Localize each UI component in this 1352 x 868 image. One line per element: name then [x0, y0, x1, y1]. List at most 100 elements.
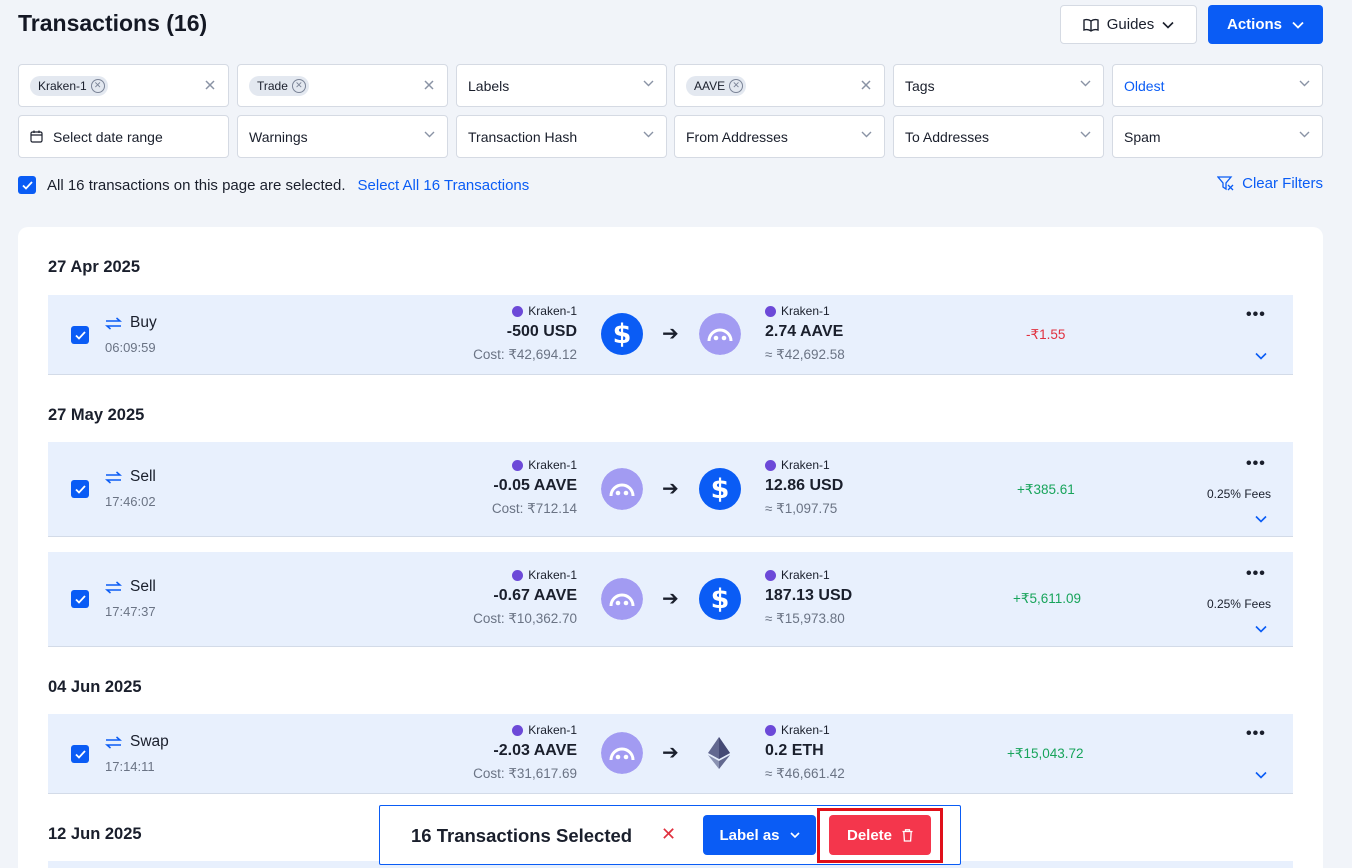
- sort-label: Oldest: [1124, 77, 1165, 94]
- chip-remove-icon[interactable]: ✕: [729, 78, 744, 93]
- tx-type: Buy: [105, 314, 157, 332]
- expand-chevron-icon[interactable]: [1255, 352, 1267, 360]
- tags-filter[interactable]: Tags: [893, 64, 1104, 107]
- eth-coin-icon: [708, 737, 730, 769]
- kraken-icon: [765, 724, 776, 736]
- chip-remove-icon[interactable]: ✕: [90, 78, 105, 93]
- from-account-label: Kraken-1: [528, 304, 577, 318]
- to-value: ≈ ₹15,973.80: [765, 611, 845, 626]
- tx-hash-filter[interactable]: Transaction Hash: [456, 115, 667, 158]
- date-heading: 04 Jun 2025: [48, 678, 142, 696]
- trash-icon: [902, 828, 913, 842]
- kraken-icon: [512, 459, 524, 471]
- sort-select[interactable]: Oldest: [1112, 64, 1323, 107]
- to-amount: 187.13 USD: [765, 587, 853, 604]
- to-account-label: Kraken-1: [781, 568, 830, 582]
- guides-button[interactable]: Guides: [1060, 5, 1197, 44]
- tx-type: Sell: [105, 578, 156, 596]
- row-checkbox[interactable]: [71, 326, 89, 344]
- from-amount: -500 USD: [506, 323, 577, 340]
- expand-chevron-icon[interactable]: [1255, 625, 1267, 633]
- row-checkbox[interactable]: [71, 745, 89, 763]
- to-account-label: Kraken-1: [781, 304, 830, 318]
- arrow-right-icon: ➔: [662, 478, 679, 500]
- select-all-link[interactable]: Select All 16 Transactions: [358, 177, 530, 194]
- chevron-down-icon: [424, 131, 435, 138]
- clear-filters-button[interactable]: Clear Filters: [1217, 175, 1323, 192]
- tx-hash-label: Transaction Hash: [468, 128, 578, 145]
- tx-time: 17:46:02: [105, 494, 156, 509]
- warnings-filter[interactable]: Warnings: [237, 115, 448, 158]
- more-icon[interactable]: •••: [1246, 306, 1266, 324]
- from-account: Kraken-1: [512, 568, 577, 582]
- chevron-down-icon: [643, 131, 654, 138]
- pnl-value: +₹5,611.09: [1013, 591, 1082, 606]
- spam-filter[interactable]: Spam: [1112, 115, 1323, 158]
- from-addresses-filter[interactable]: From Addresses: [674, 115, 885, 158]
- arrow-right-icon: ➔: [662, 323, 679, 345]
- table-row[interactable]: Buy 06:09:59 Kraken-1 -500 USD Cost: ₹42…: [48, 295, 1293, 375]
- type-filter[interactable]: Trade ✕: [237, 64, 448, 107]
- bulk-action-bar: 16 Transactions Selected ✕ Label as Dele…: [379, 805, 961, 865]
- date-range-filter[interactable]: Select date range: [18, 115, 229, 158]
- check-icon: [74, 484, 86, 494]
- actions-button[interactable]: Actions: [1208, 5, 1323, 44]
- asset-chip[interactable]: AAVE ✕: [686, 75, 747, 96]
- row-checkbox[interactable]: [71, 480, 89, 498]
- chevron-down-icon: [1162, 21, 1174, 29]
- check-icon: [74, 594, 86, 604]
- wallet-chip[interactable]: Kraken-1 ✕: [30, 75, 108, 96]
- chevron-down-icon: [1080, 80, 1091, 87]
- fees-label: 0.25% Fees: [1206, 487, 1271, 501]
- to-account: Kraken-1: [765, 568, 830, 582]
- type-chip[interactable]: Trade ✕: [249, 75, 309, 96]
- check-icon: [74, 330, 86, 340]
- table-row[interactable]: Swap 17:14:11 Kraken-1 -2.03 AAVE Cost: …: [48, 714, 1293, 794]
- to-addresses-filter[interactable]: To Addresses: [893, 115, 1104, 158]
- wallet-filter[interactable]: Kraken-1 ✕: [18, 64, 229, 107]
- close-icon[interactable]: ✕: [661, 824, 676, 845]
- kraken-icon: [512, 724, 524, 736]
- more-icon[interactable]: •••: [1246, 455, 1266, 473]
- tx-time: 17:47:37: [105, 604, 156, 619]
- more-icon[interactable]: •••: [1246, 565, 1266, 583]
- kraken-icon: [765, 305, 776, 317]
- expand-chevron-icon[interactable]: [1255, 771, 1267, 779]
- clear-icon[interactable]: [860, 79, 872, 91]
- exchange-icon: [105, 316, 122, 330]
- tx-time: 17:14:11: [105, 759, 155, 774]
- expand-chevron-icon[interactable]: [1255, 515, 1267, 523]
- bulk-selected-count: 16 Transactions Selected: [411, 825, 633, 846]
- clear-icon[interactable]: [204, 79, 216, 91]
- table-row[interactable]: Sell 17:47:37 Kraken-1 -0.67 AAVE Cost: …: [48, 552, 1293, 647]
- tx-type-label: Sell: [130, 578, 156, 595]
- table-row[interactable]: Sell 17:46:02 Kraken-1 -0.05 AAVE Cost: …: [48, 442, 1293, 537]
- from-account-label: Kraken-1: [528, 458, 577, 472]
- kraken-icon: [765, 459, 776, 471]
- to-amount: 2.74 AAVE: [765, 323, 844, 340]
- chip-remove-icon[interactable]: ✕: [291, 78, 306, 93]
- from-amount: -0.67 AAVE: [493, 587, 577, 604]
- label-as-button[interactable]: Label as: [703, 815, 816, 855]
- tx-type: Swap: [105, 733, 169, 751]
- usd-coin-icon: $: [601, 313, 643, 355]
- to-addresses-label: To Addresses: [905, 128, 990, 145]
- select-page-checkbox[interactable]: [18, 176, 36, 194]
- from-amount: -2.03 AAVE: [493, 742, 577, 759]
- delete-button[interactable]: Delete: [829, 815, 931, 855]
- from-account-label: Kraken-1: [528, 723, 577, 737]
- clear-icon[interactable]: [423, 79, 435, 91]
- to-account: Kraken-1: [765, 458, 830, 472]
- actions-label: Actions: [1226, 16, 1282, 33]
- pnl-value: +₹15,043.72: [1007, 746, 1084, 761]
- from-amount: -0.05 AAVE: [493, 477, 577, 494]
- asset-filter[interactable]: AAVE ✕: [674, 64, 885, 107]
- more-icon[interactable]: •••: [1246, 725, 1266, 743]
- labels-filter[interactable]: Labels: [456, 64, 667, 107]
- tx-type: Sell: [105, 468, 156, 486]
- date-range-label: Select date range: [53, 128, 163, 145]
- usd-coin-icon: $: [699, 578, 741, 620]
- label-as-text: Label as: [719, 826, 780, 844]
- row-checkbox[interactable]: [71, 590, 89, 608]
- chevron-down-icon: [1292, 21, 1304, 29]
